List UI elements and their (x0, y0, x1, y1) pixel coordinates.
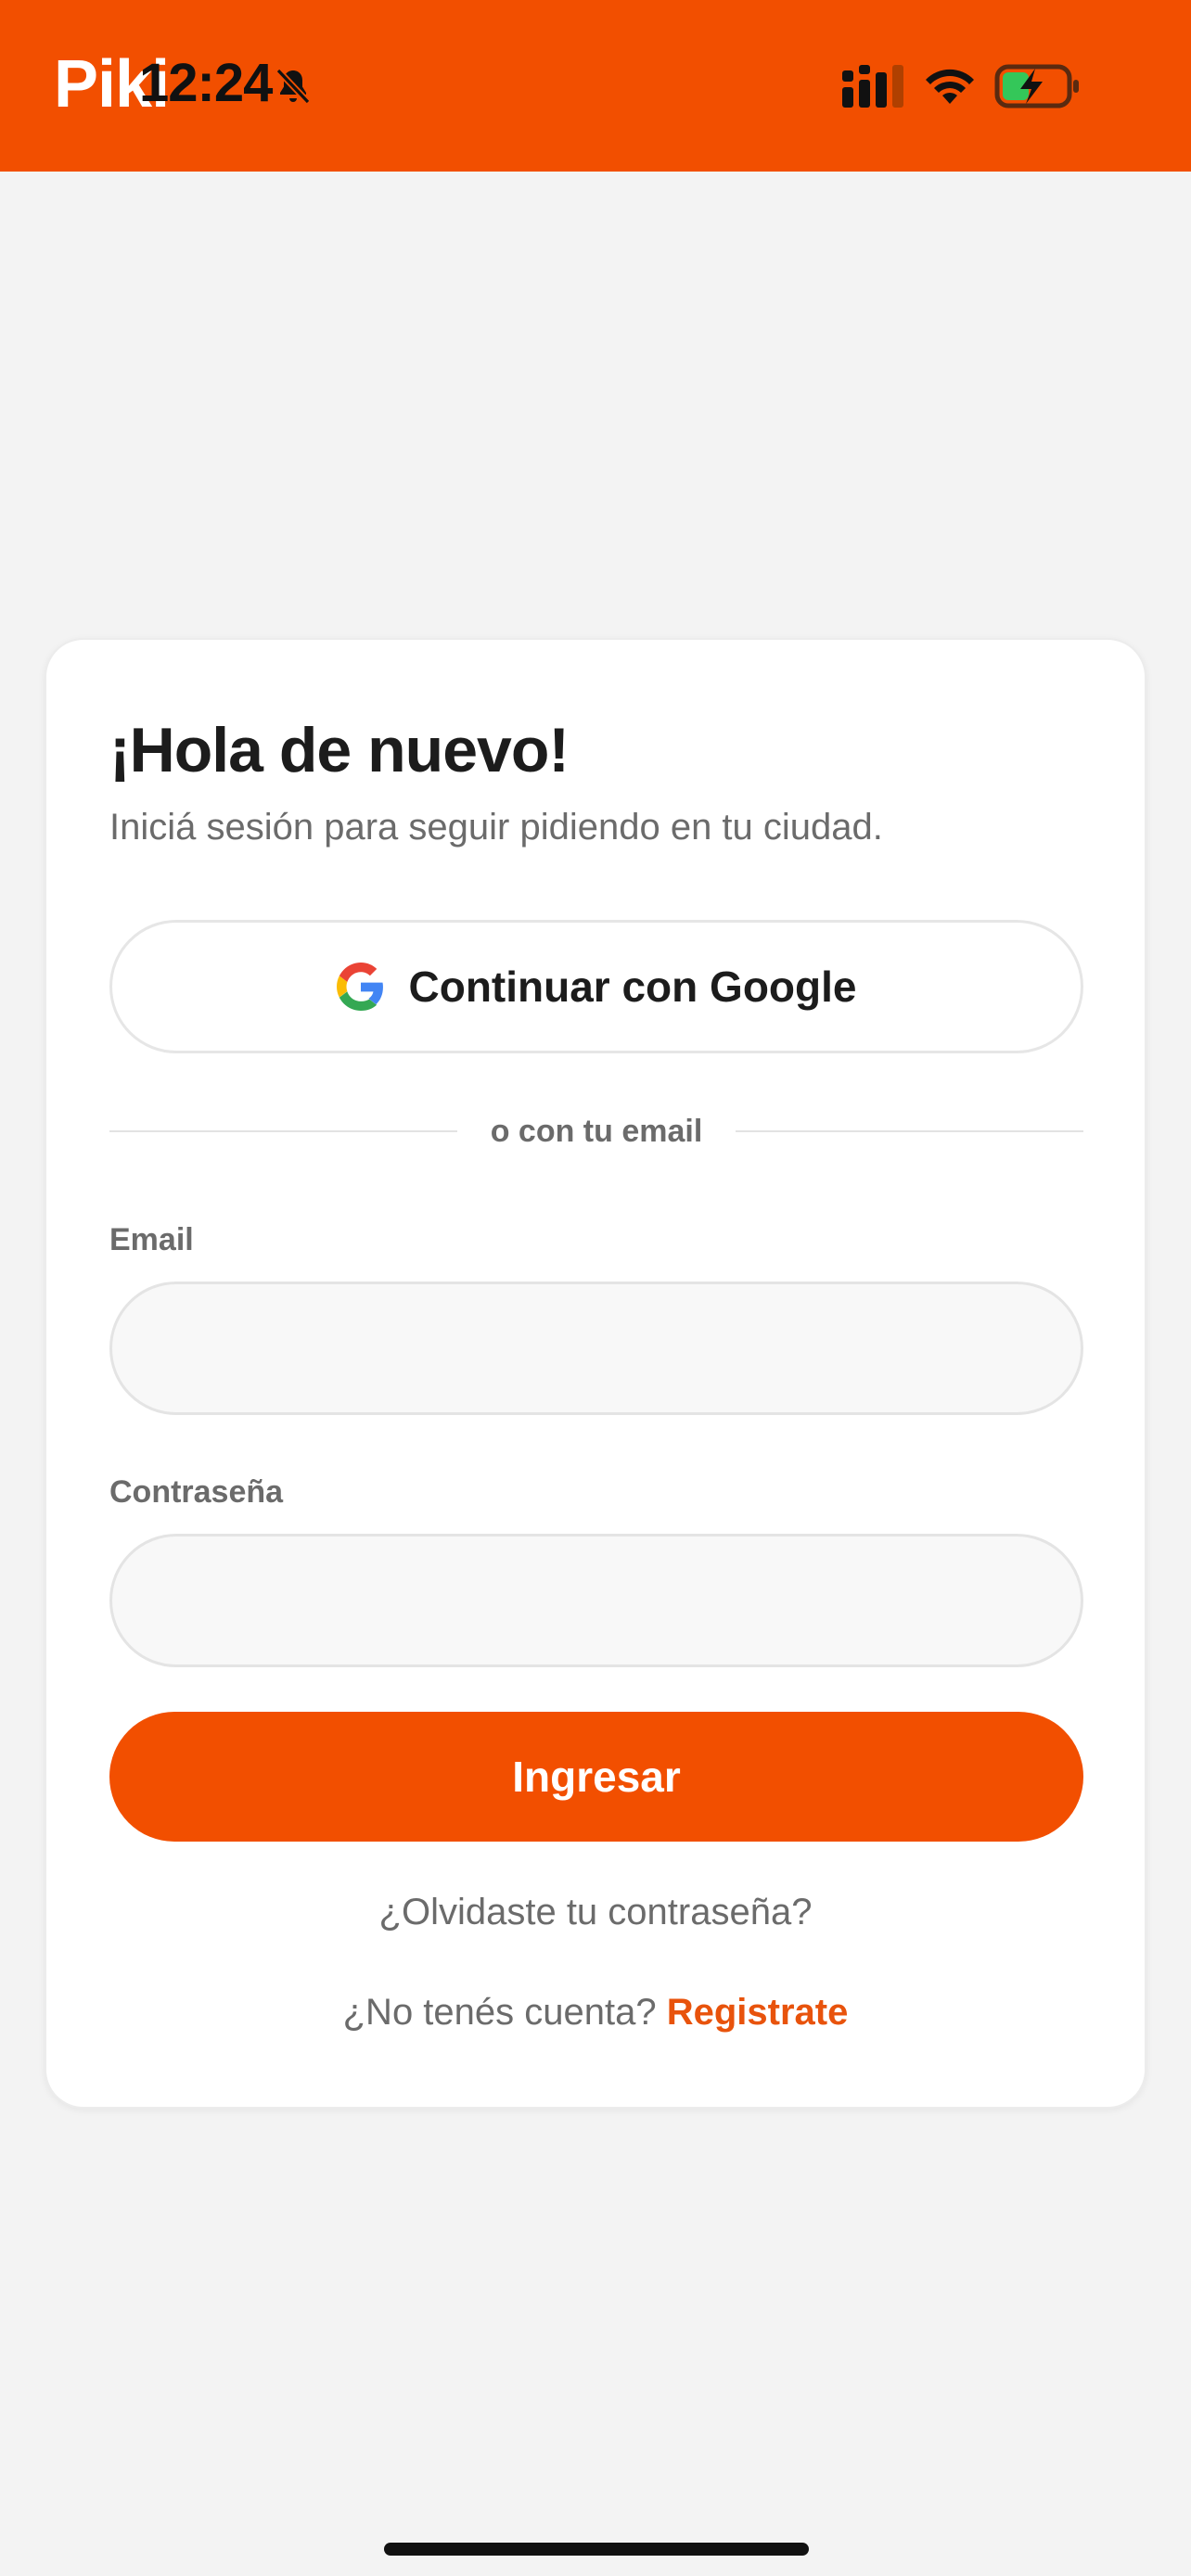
email-label: Email (109, 1222, 194, 1257)
battery-charging-icon (994, 64, 1079, 108)
google-icon (336, 963, 383, 1011)
login-screen: Piki 12:24 ¡Hola de nuevo! Iniciá sesión… (0, 0, 1191, 2576)
home-indicator (384, 2543, 809, 2556)
google-signin-button[interactable]: Continuar con Google (109, 920, 1083, 1053)
google-button-label: Continuar con Google (408, 963, 857, 1011)
divider-line-right (736, 1130, 1083, 1132)
page-subtitle: Iniciá sesión para seguir pidiendo en tu… (109, 807, 883, 848)
forgot-password-link[interactable]: ¿Olvidaste tu contraseña? (46, 1892, 1145, 1933)
page-title: ¡Hola de nuevo! (109, 715, 570, 785)
divider-line-left (109, 1130, 457, 1132)
register-link[interactable]: Registrate (667, 1992, 849, 2033)
login-submit-label: Ingresar (512, 1753, 681, 1801)
password-field[interactable] (109, 1534, 1083, 1667)
login-submit-button[interactable]: Ingresar (109, 1712, 1083, 1842)
bell-muted-icon (275, 68, 311, 105)
divider-label: o con tu email (490, 1113, 703, 1149)
login-card: ¡Hola de nuevo! Iniciá sesión para segui… (45, 638, 1146, 2109)
no-account-text: ¿No tenés cuenta? (342, 1992, 667, 2033)
wifi-icon (926, 69, 974, 104)
register-row: ¿No tenés cuenta? Registrate (46, 1992, 1145, 2034)
app-header: Piki 12:24 (0, 0, 1191, 172)
email-field[interactable] (109, 1282, 1083, 1415)
divider: o con tu email (109, 1111, 1083, 1152)
password-label: Contraseña (109, 1474, 284, 1510)
signal-icon (842, 65, 903, 108)
status-time: 12:24 (139, 53, 273, 113)
